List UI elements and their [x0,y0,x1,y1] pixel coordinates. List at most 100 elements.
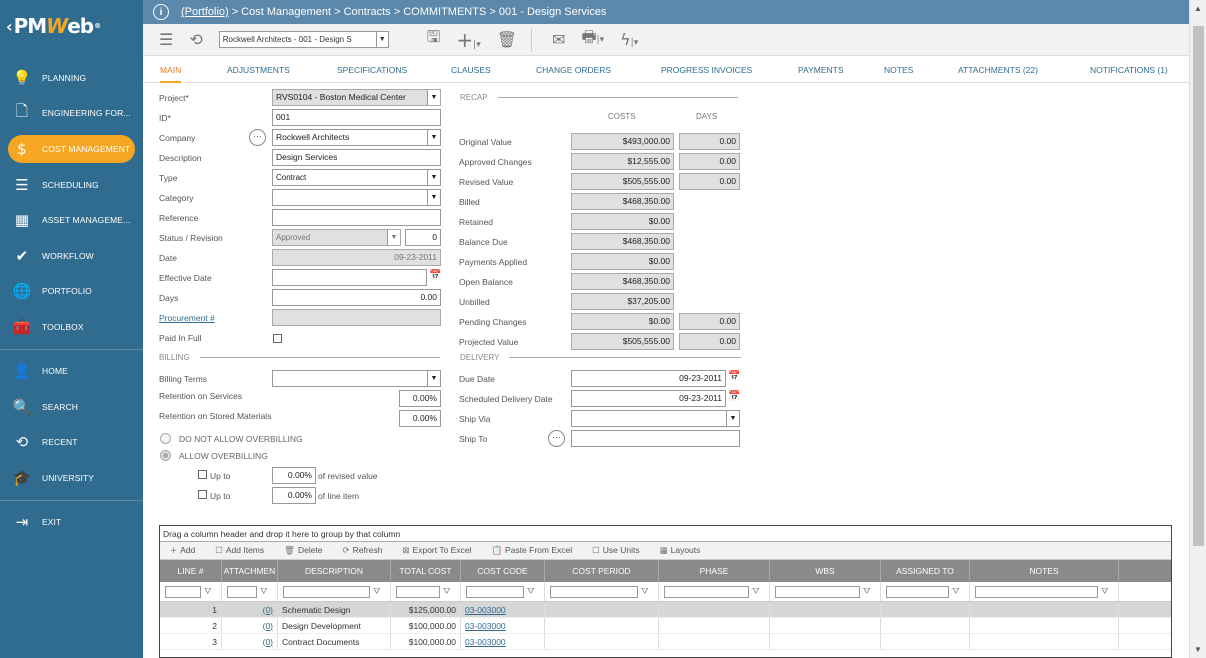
info-icon[interactable]: i [153,4,169,20]
column-header-phase[interactable]: PHASE [659,560,770,582]
record-select[interactable]: Rockwell Architects - 001 - Design S ▼ [218,31,389,48]
upto-revised-checkbox[interactable] [198,470,207,479]
sidebar-item-portfolio[interactable]: 🌐 PORTFOLIO [0,274,143,310]
due-date-field[interactable]: 09-23-2011 [571,370,726,387]
filter-input[interactable] [396,585,440,598]
filter-icon[interactable]: ⛛ [527,587,535,597]
grid-add-button[interactable]: + Add [170,545,195,556]
filter-icon[interactable]: ⛛ [443,587,451,597]
table-row[interactable]: 2 (0) Design Development $100,000.00 03-0030… [160,618,1171,634]
tab-payments[interactable]: PAYMENTS [798,57,844,83]
calendar-icon[interactable]: 📅 [728,391,740,402]
column-header-cost-period[interactable]: COST PERIOD [545,560,659,582]
company-select[interactable]: Rockwell Architects ▼ [272,129,441,146]
effective-date-field[interactable] [272,269,427,286]
filter-icon[interactable]: ⛛ [1101,587,1109,597]
calendar-icon[interactable]: 📅 [429,270,441,281]
filter-icon[interactable]: ⛛ [204,587,212,597]
history-icon[interactable]: ⟲ [189,30,202,49]
sidebar-item-planning[interactable]: 💡 PLANNING [0,60,143,96]
tab-notes[interactable]: NOTES [884,57,913,83]
sidebar-item-asset-manageme[interactable]: ▦ ASSET MANAGEME... [0,203,143,239]
print-icon[interactable]: 🖶|▾ [581,26,604,53]
description-field[interactable]: Design Services [272,149,441,166]
upto-line-field[interactable]: 0.00% [272,487,316,504]
cell-att[interactable]: (0) [263,621,273,631]
cell-att[interactable]: (0) [263,605,273,615]
back-chevron-icon[interactable]: ‹ [6,17,13,36]
ship-to-field[interactable] [571,430,740,447]
sidebar-item-toolbox[interactable]: 🧰 TOOLBOX [0,309,143,345]
upto-revised-field[interactable]: 0.00% [272,467,316,484]
sidebar-item-recent[interactable]: ⟲ RECENT [0,425,143,461]
billing-terms-select[interactable]: ▼ [272,370,441,387]
upto-line-checkbox[interactable] [198,490,207,499]
filter-icon[interactable]: ⛛ [952,587,960,597]
grid-use-units-button[interactable]: ☐ Use Units [592,545,639,556]
grid-refresh-button[interactable]: ⟳ Refresh [343,545,383,556]
add-icon[interactable]: +|▾ [456,28,480,52]
lightning-icon[interactable]: ϟ|▾ [620,30,638,49]
no-overbilling-radio[interactable] [160,433,171,444]
sidebar-item-home[interactable]: 👤 HOME [0,354,143,390]
table-row[interactable]: 1 (0) Schematic Design $125,000.00 03-003000 [160,602,1171,618]
column-header-total-cost[interactable]: TOTAL COST [391,560,461,582]
tab-adjustments[interactable]: ADJUSTMENTS [227,57,290,83]
cell-code[interactable]: 03-003000 [465,605,506,615]
tab-change-orders[interactable]: CHANGE ORDERS [536,57,611,83]
filter-icon[interactable]: ⛛ [641,587,649,597]
retention-stored-field[interactable]: 0.00% [399,410,441,427]
group-drop-zone[interactable]: Drag a column header and drop it here to… [160,526,1171,542]
grid-add-items-button[interactable]: ☐ Add Items [215,545,264,556]
filter-input[interactable] [886,585,949,598]
filter-input[interactable] [550,585,638,598]
status-select[interactable]: Approved ▼ [272,229,401,246]
type-select[interactable]: Contract ▼ [272,169,441,186]
reference-field[interactable] [272,209,441,226]
filter-input[interactable] [227,585,257,598]
filter-input[interactable] [283,585,370,598]
filter-icon[interactable]: ⛛ [863,587,871,597]
filter-input[interactable] [775,585,860,598]
column-header-notes[interactable]: NOTES [970,560,1119,582]
list-icon[interactable]: ☰ [159,30,173,49]
sidebar-item-engineering-for[interactable]: 🗋 ENGINEERING FOR... [0,96,143,132]
grid-delete-button[interactable]: 🗑 Delete [284,545,322,556]
days-field[interactable]: 0.00 [272,289,441,306]
email-icon[interactable]: ✉ [552,30,565,49]
cell-att[interactable]: (0) [263,637,273,647]
pmweb-logo[interactable]: ‹ PM Web ® [0,0,143,52]
grid-layouts-button[interactable]: ▦ Layouts [660,545,701,556]
scroll-down-icon[interactable]: ▼ [1194,645,1202,654]
filter-input[interactable] [975,585,1098,598]
id-field[interactable]: 001 [272,109,441,126]
grid-export-excel-button[interactable]: ⊠ Export To Excel [402,545,471,556]
sidebar-item-search[interactable]: 🔍 SEARCH [0,389,143,425]
scroll-up-icon[interactable]: ▲ [1194,4,1202,13]
category-select[interactable]: ▼ [272,189,441,206]
cell-code[interactable]: 03-003000 [465,637,506,647]
tab-clauses[interactable]: CLAUSES [451,57,491,83]
ship-to-lookup-button[interactable]: ··· [548,430,565,447]
column-header-wbs[interactable]: WBS [770,560,881,582]
paid-in-full-checkbox[interactable] [273,334,282,343]
column-header-attachmen[interactable]: ATTACHMEN [222,560,278,582]
save-icon[interactable]: 🖫 [427,26,441,53]
tab-notifications[interactable]: NOTIFICATIONS (1) [1090,57,1168,83]
filter-icon[interactable]: ⛛ [373,587,381,597]
sched-delivery-field[interactable]: 09-23-2011 [571,390,726,407]
table-row[interactable]: 3 (0) Contract Documents $100,000.00 03-0030… [160,634,1171,650]
filter-input[interactable] [664,585,749,598]
allow-overbilling-radio[interactable] [160,450,171,461]
calendar-icon[interactable]: 📅 [728,371,740,382]
ship-via-select[interactable]: ▼ [571,410,740,427]
delete-icon[interactable]: 🗑 [497,30,517,49]
sidebar-item-university[interactable]: 🎓 UNIVERSITY [0,460,143,496]
page-scrollbar[interactable]: ▲ ▼ [1189,0,1206,658]
scrollbar-thumb[interactable] [1193,26,1204,546]
filter-input[interactable] [165,585,201,598]
column-header-assigned-to[interactable]: ASSIGNED TO [881,560,970,582]
cell-code[interactable]: 03-003000 [465,621,506,631]
filter-input[interactable] [466,585,524,598]
tab-specifications[interactable]: SPECIFICATIONS [337,57,407,83]
